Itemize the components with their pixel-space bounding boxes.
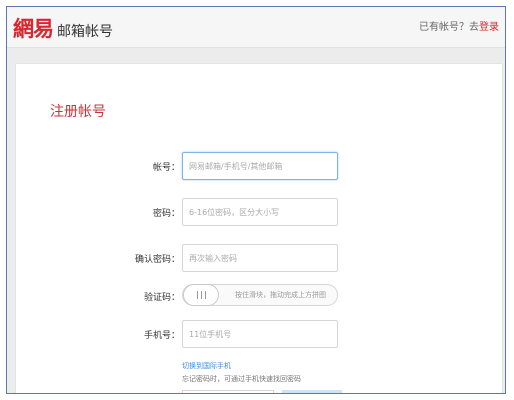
phone-row: 手机号： <box>16 320 502 350</box>
netease-logo[interactable]: 網易 邮箱帐号 <box>13 13 113 43</box>
has-account-text: 已有帐号？去 <box>419 22 479 33</box>
slider-instruction: 按住滑块，拖动完成上方拼图 <box>235 291 326 299</box>
top-bar: 網易 邮箱帐号 已有帐号？去登录 <box>7 7 505 48</box>
login-prompt: 已有帐号？去登录 <box>419 18 499 33</box>
get-sms-code-button[interactable] <box>282 390 342 393</box>
account-input[interactable] <box>182 152 338 180</box>
confirm-password-label: 确认密码： <box>134 255 180 265</box>
account-row: 帐号： <box>16 152 502 182</box>
logo-mark: 網易 <box>13 16 54 41</box>
phone-input[interactable] <box>182 320 338 348</box>
switch-intl-phone-link[interactable]: 切换到国际手机 <box>182 361 231 371</box>
grip-line-icon <box>196 291 198 299</box>
grip-line-icon <box>200 291 202 299</box>
browser-frame: 網易 邮箱帐号 已有帐号？去登录 注册帐号 帐号： 密码： 确认密码： 验证码： <box>6 6 506 394</box>
captcha-slider[interactable]: 按住滑块，拖动完成上方拼图 <box>182 284 338 306</box>
phone-hint: 忘记密码时，可通过手机快速找回密码 <box>182 375 301 383</box>
account-label: 帐号： <box>152 163 180 173</box>
sms-code-input[interactable] <box>182 390 274 393</box>
confirm-password-row: 确认密码： <box>16 244 502 274</box>
page-title: 注册帐号 <box>50 104 106 120</box>
grip-line-icon <box>204 291 206 299</box>
password-row: 密码： <box>16 198 502 228</box>
register-card: 注册帐号 帐号： 密码： 确认密码： 验证码： 按住滑块，拖动完成上方拼图 <box>15 63 503 393</box>
slider-handle[interactable] <box>183 284 219 306</box>
captcha-label: 验证码： <box>143 293 180 303</box>
login-link[interactable]: 登录 <box>479 22 499 33</box>
password-label: 密码： <box>152 209 180 219</box>
logo-text: 邮箱帐号 <box>57 24 113 40</box>
captcha-row: 验证码： 按住滑块，拖动完成上方拼图 <box>16 284 502 314</box>
confirm-password-input[interactable] <box>182 244 338 272</box>
password-input[interactable] <box>182 198 338 226</box>
phone-label: 手机号： <box>143 331 180 341</box>
